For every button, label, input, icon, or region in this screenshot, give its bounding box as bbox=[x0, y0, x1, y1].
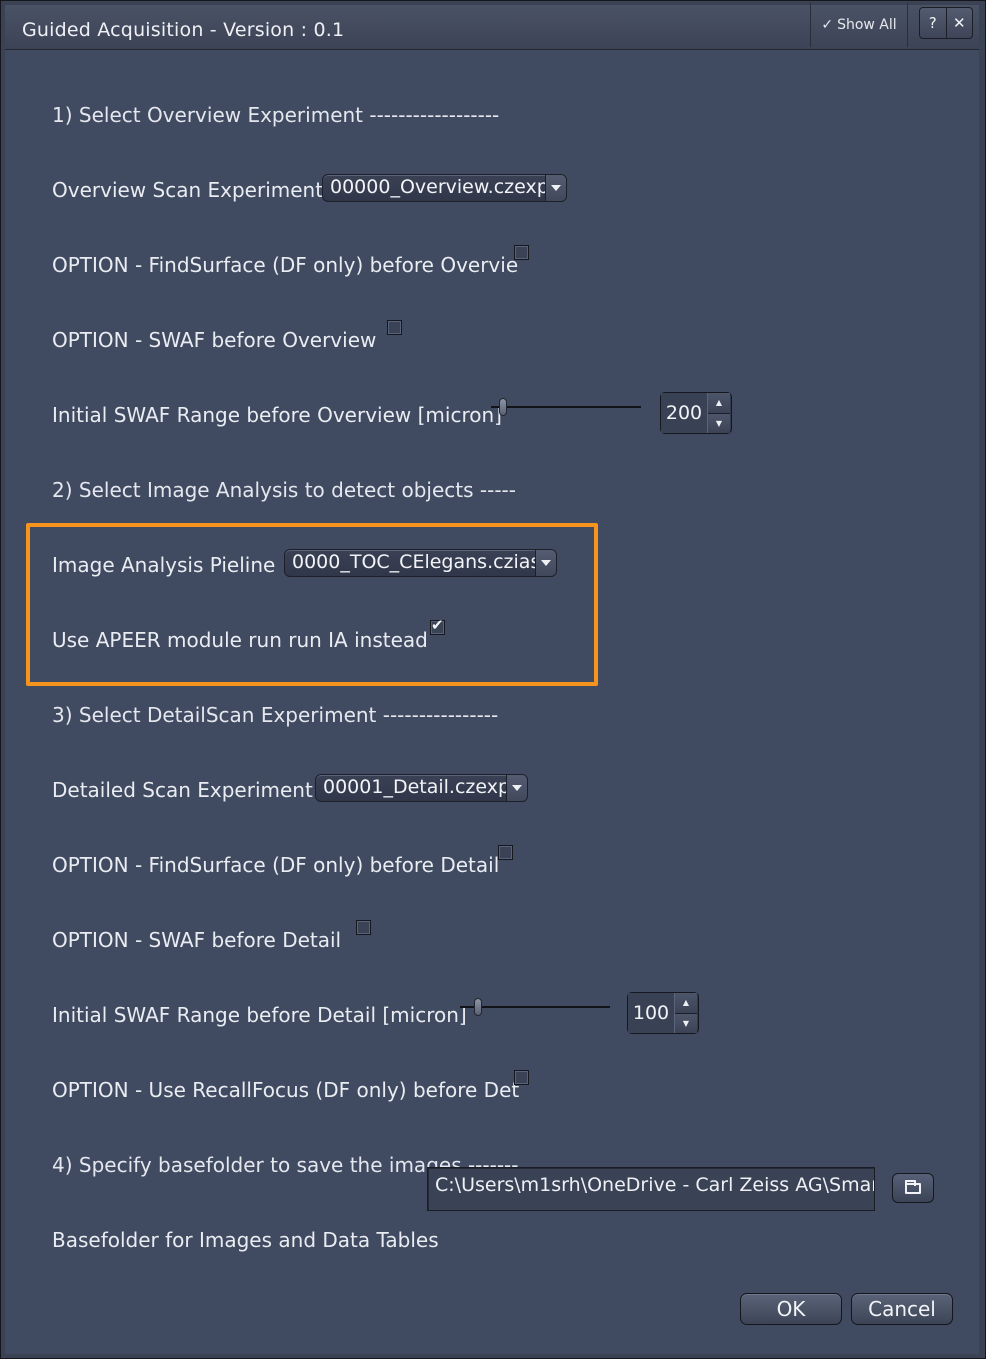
slider-thumb[interactable] bbox=[474, 998, 482, 1016]
pipeline-dropdown[interactable]: 0000_TOC_CElegans.czias bbox=[284, 549, 557, 577]
detail-experiment-dropdown[interactable]: 00001_Detail.czexp bbox=[315, 774, 528, 802]
overview-swaf-checkbox[interactable] bbox=[387, 320, 402, 335]
checkmark-icon: ✓ bbox=[821, 17, 834, 33]
close-button[interactable]: ✕ bbox=[945, 8, 973, 38]
browse-folder-button[interactable] bbox=[892, 1173, 934, 1203]
slider-thumb[interactable] bbox=[499, 398, 507, 416]
detail-experiment-value: 00001_Detail.czexp bbox=[323, 776, 506, 798]
pipeline-label: Image Analysis Pieline bbox=[52, 553, 276, 577]
chevron-down-icon[interactable] bbox=[535, 550, 556, 576]
title-bar: Guided Acquisition - Version : 0.1 ✓ Sho… bbox=[5, 3, 979, 50]
show-all-toggle[interactable]: ✓ Show All bbox=[810, 3, 908, 47]
spin-down-icon[interactable]: ▼ bbox=[675, 1012, 697, 1033]
section-1-heading: 1) Select Overview Experiment ----------… bbox=[52, 103, 500, 127]
detail-recallfocus-label: OPTION - Use RecallFocus (DF only) befor… bbox=[52, 1078, 520, 1102]
ok-button[interactable]: OK bbox=[740, 1293, 842, 1325]
overview-swaf-label: OPTION - SWAF before Overview bbox=[52, 328, 377, 352]
cancel-button[interactable]: Cancel bbox=[851, 1293, 953, 1325]
folder-open-icon bbox=[905, 1179, 921, 1194]
overview-findsurface-label: OPTION - FindSurface (DF only) before Ov… bbox=[52, 253, 519, 277]
detail-findsurface-checkbox[interactable] bbox=[498, 845, 513, 860]
overview-range-spinbox[interactable]: 200 ▲ ▼ bbox=[660, 392, 732, 434]
detail-range-spinbox[interactable]: 100 ▲ ▼ bbox=[627, 992, 699, 1034]
basefolder-label: Basefolder for Images and Data Tables bbox=[52, 1228, 439, 1252]
spin-up-icon[interactable]: ▲ bbox=[675, 993, 697, 1013]
detail-findsurface-label: OPTION - FindSurface (DF only) before De… bbox=[52, 853, 500, 877]
basefolder-value: C:\Users\m1srh\OneDrive - Carl Zeiss AG\… bbox=[435, 1174, 875, 1196]
section-3-heading: 3) Select DetailScan Experiment --------… bbox=[52, 703, 499, 727]
guided-acquisition-dialog: Guided Acquisition - Version : 0.1 ✓ Sho… bbox=[0, 0, 986, 1359]
basefolder-input[interactable]: C:\Users\m1srh\OneDrive - Carl Zeiss AG\… bbox=[427, 1167, 875, 1211]
window-title: Guided Acquisition - Version : 0.1 bbox=[22, 19, 345, 41]
apeer-checkbox[interactable] bbox=[430, 616, 445, 635]
show-all-label: Show All bbox=[837, 17, 897, 33]
apeer-label: Use APEER module run run IA instead bbox=[52, 628, 428, 652]
overview-range-label: Initial SWAF Range before Overview [micr… bbox=[52, 403, 502, 427]
slider-track bbox=[460, 1006, 610, 1008]
overview-experiment-label: Overview Scan Experiment bbox=[52, 178, 324, 202]
detail-recallfocus-checkbox[interactable] bbox=[514, 1070, 529, 1085]
overview-range-slider[interactable] bbox=[491, 397, 641, 417]
detail-range-label: Initial SWAF Range before Detail [micron… bbox=[52, 1003, 467, 1027]
spin-down-icon[interactable]: ▼ bbox=[708, 412, 730, 433]
detail-swaf-checkbox[interactable] bbox=[356, 920, 371, 935]
help-button[interactable]: ? bbox=[920, 8, 946, 38]
detail-range-value[interactable]: 100 bbox=[628, 993, 675, 1033]
chevron-down-icon[interactable] bbox=[506, 775, 527, 801]
highlight-box bbox=[26, 523, 598, 686]
title-buttons: ? ✕ bbox=[919, 7, 973, 39]
overview-experiment-dropdown[interactable]: 00000_Overview.czexp bbox=[322, 174, 567, 202]
chevron-down-icon[interactable] bbox=[545, 175, 566, 201]
section-2-heading: 2) Select Image Analysis to detect objec… bbox=[52, 478, 516, 502]
overview-range-value[interactable]: 200 bbox=[661, 393, 708, 433]
overview-experiment-value: 00000_Overview.czexp bbox=[330, 176, 545, 198]
dialog-content: 1) Select Overview Experiment ----------… bbox=[5, 50, 979, 1354]
spin-up-icon[interactable]: ▲ bbox=[708, 393, 730, 413]
overview-findsurface-checkbox[interactable] bbox=[514, 245, 529, 260]
detail-experiment-label: Detailed Scan Experiment bbox=[52, 778, 313, 802]
pipeline-value: 0000_TOC_CElegans.czias bbox=[292, 551, 535, 573]
detail-swaf-label: OPTION - SWAF before Detail bbox=[52, 928, 342, 952]
detail-range-slider[interactable] bbox=[460, 997, 610, 1017]
slider-track bbox=[491, 406, 641, 408]
